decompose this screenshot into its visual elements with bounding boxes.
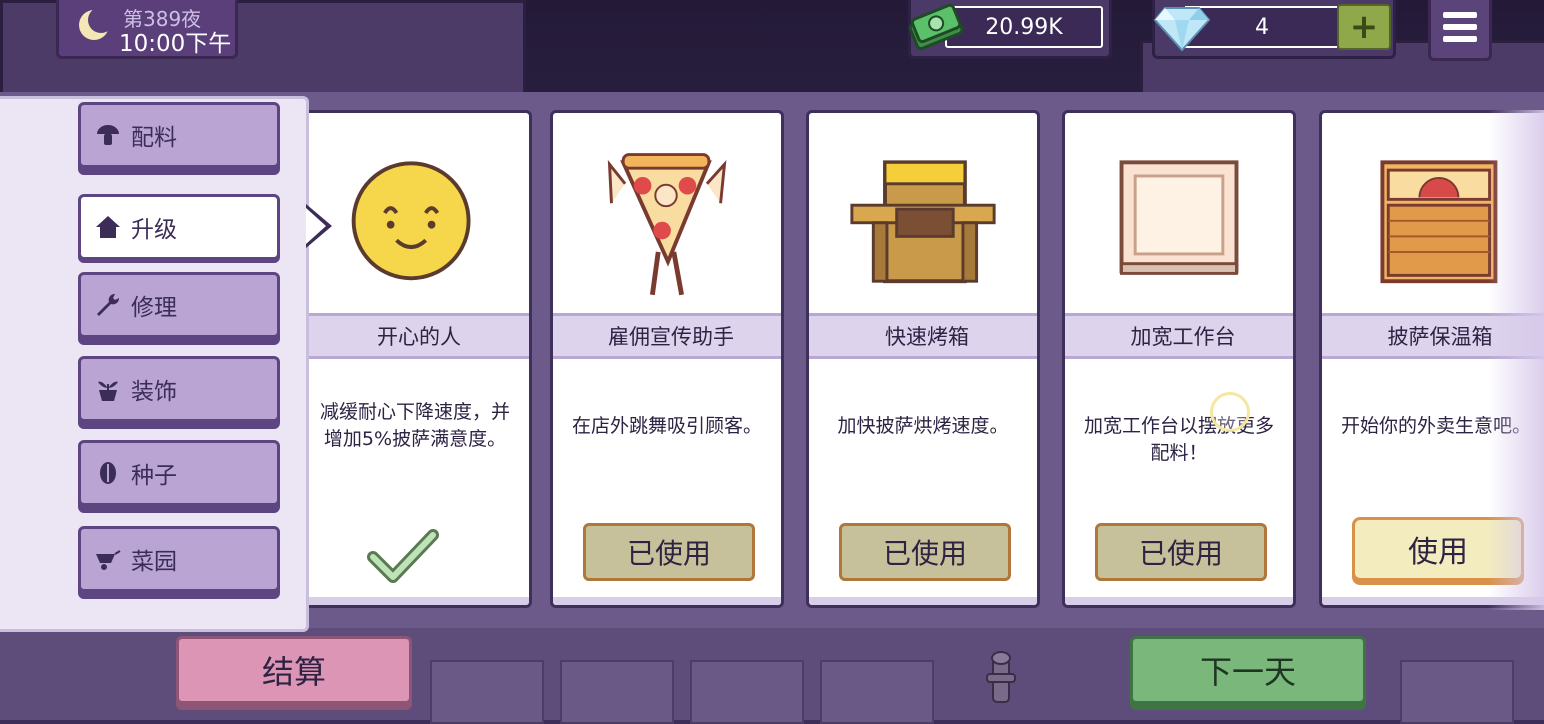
smiley-face-icon (351, 161, 471, 281)
sidebar-item-label: 菜园 (131, 549, 177, 575)
menu-line-icon (1443, 12, 1477, 18)
plant-pot-icon (95, 376, 121, 402)
card-title: 雇佣宣传助手 (553, 313, 781, 359)
sidebar-item-ingredients[interactable]: 配料 (78, 102, 280, 168)
sidebar-item-label: 升级 (131, 217, 177, 243)
card-description: 减缓耐心下降速度，并增加5%披萨满意度。 (319, 401, 510, 450)
sidewalk-tile (560, 660, 674, 724)
moon-icon (79, 8, 111, 40)
card-bottom-strip (301, 597, 529, 605)
sidebar-item-label: 种子 (131, 463, 177, 489)
upgrade-card-wider-counter: 加宽工作台 加宽工作台以摆放更多配料！ 已使用 (1062, 110, 1296, 608)
dancing-pizza-icon (607, 153, 727, 296)
sidewalk-tile (1400, 660, 1514, 724)
used-button[interactable]: 已使用 (583, 523, 755, 581)
used-button[interactable]: 已使用 (839, 523, 1011, 581)
sidebar-item-upgrades[interactable]: 升级 (78, 194, 280, 260)
sidebar-item-garden[interactable]: 菜园 (78, 526, 280, 592)
sidebar-item-label: 装饰 (131, 379, 177, 405)
sidebar-item-label: 配料 (131, 125, 177, 151)
checkmark-icon (367, 529, 439, 583)
upgrade-card-happy-person: 开心的人 减缓耐心下降速度，并增加5%披萨满意度。 (298, 110, 532, 608)
sidebar-item-label: 修理 (131, 295, 177, 321)
cash-stack-icon (908, 3, 963, 50)
card-bottom-strip (553, 597, 781, 605)
diamond-icon (1153, 7, 1211, 52)
used-button[interactable]: 已使用 (1095, 523, 1267, 581)
mushroom-icon (95, 122, 121, 148)
touch-indicator (1210, 392, 1250, 432)
sidewalk-tile (820, 660, 934, 724)
wheelbarrow-icon (95, 546, 121, 572)
gem-counter: 4 + (1152, 0, 1396, 59)
seed-icon (95, 460, 121, 486)
sidebar-item-seeds[interactable]: 种子 (78, 440, 280, 506)
day-time-display: 第389夜 10:00下午 (56, 0, 238, 59)
upgrade-card-fast-oven: 快速烤箱 加快披萨烘烤速度。 已使用 (806, 110, 1040, 608)
settle-button[interactable]: 结算 (176, 636, 412, 704)
menu-line-icon (1443, 36, 1477, 42)
card-title: 快速烤箱 (809, 313, 1037, 359)
add-gems-button[interactable]: + (1337, 4, 1391, 50)
sidebar-item-decoration[interactable]: 装饰 (78, 356, 280, 422)
scroll-fade-edge (1488, 110, 1544, 610)
menu-line-icon (1443, 24, 1477, 30)
oven-icon (850, 160, 996, 284)
card-description: 加快披萨烘烤速度。 (837, 415, 1009, 437)
next-day-button[interactable]: 下一天 (1130, 636, 1366, 704)
fire-hydrant-icon (986, 651, 1016, 703)
money-counter: 20.99K (908, 0, 1112, 59)
money-amount: 20.99K (945, 6, 1103, 48)
hamburger-menu-button[interactable] (1428, 0, 1492, 61)
home-icon (95, 214, 121, 240)
wrench-icon (95, 292, 121, 318)
card-description: 在店外跳舞吸引顾客。 (571, 415, 762, 437)
card-bottom-strip (809, 597, 1037, 605)
card-title: 加宽工作台 (1065, 313, 1293, 359)
sidebar-item-repair[interactable]: 修理 (78, 272, 280, 338)
card-title: 开心的人 (301, 313, 529, 359)
clock-time: 10:00下午 (119, 31, 232, 57)
counter-icon (1119, 160, 1239, 275)
card-bottom-strip (1065, 597, 1293, 605)
sidewalk-tile (690, 660, 804, 724)
upgrade-card-promoter: 雇佣宣传助手 在店外跳舞吸引顾客。 已使用 (550, 110, 784, 608)
sidewalk-tile (430, 660, 544, 724)
card-description: 加宽工作台以摆放更多配料！ (1083, 415, 1274, 464)
active-category-pointer-fill (306, 208, 326, 244)
